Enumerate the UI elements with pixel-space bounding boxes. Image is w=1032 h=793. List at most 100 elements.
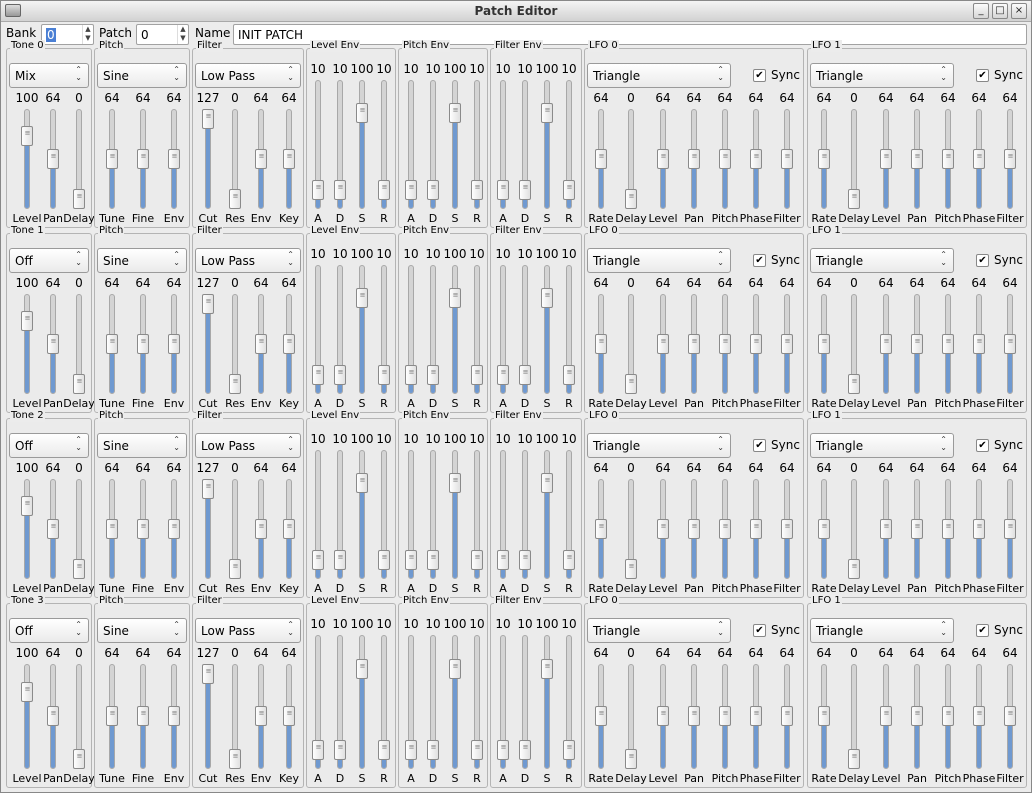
slider-handle[interactable]: ≡	[202, 479, 214, 499]
slider-track[interactable]	[359, 265, 365, 394]
slider-handle[interactable]: ≡	[255, 706, 267, 727]
slider-track[interactable]	[544, 450, 550, 579]
maximize-button[interactable]: □	[992, 3, 1008, 19]
slider-handle[interactable]: ≡	[47, 518, 59, 539]
type-select[interactable]: Low Pass ⌃ ⌄	[195, 248, 301, 273]
slider-track[interactable]	[452, 635, 458, 769]
slider-handle[interactable]: ≡	[911, 706, 923, 727]
slider-handle[interactable]: ≡	[255, 333, 267, 354]
wave-select[interactable]: Sine ⌃ ⌄	[97, 618, 187, 643]
slider-handle[interactable]: ≡	[21, 496, 33, 516]
slider-handle[interactable]: ≡	[595, 333, 607, 354]
slider-handle[interactable]: ≡	[1004, 518, 1016, 539]
slider-handle[interactable]: ≡	[202, 664, 214, 684]
slider-handle[interactable]: ≡	[519, 740, 531, 761]
slider-handle[interactable]: ≡	[880, 333, 892, 354]
slider-handle[interactable]: ≡	[405, 365, 417, 386]
slider-handle[interactable]: ≡	[312, 740, 324, 761]
slider-handle[interactable]: ≡	[657, 148, 669, 169]
slider-handle[interactable]: ≡	[848, 189, 860, 209]
slider-handle[interactable]: ≡	[750, 148, 762, 169]
slider-handle[interactable]: ≡	[818, 706, 830, 727]
spin-arrows-icon[interactable]: ▲ ▼	[82, 25, 93, 44]
lfo-wave-select[interactable]: Triangle ⌃ ⌄	[587, 63, 731, 88]
slider-handle[interactable]: ≡	[137, 148, 149, 169]
slider-handle[interactable]: ≡	[449, 659, 461, 680]
slider-handle[interactable]: ≡	[1004, 148, 1016, 169]
sync-checkbox[interactable]: ✔	[976, 69, 989, 82]
spin-arrows-icon[interactable]: ▲ ▼	[177, 25, 188, 44]
slider-handle[interactable]: ≡	[47, 706, 59, 727]
slider-track[interactable]	[359, 450, 365, 579]
slider-handle[interactable]: ≡	[427, 365, 439, 386]
slider-handle[interactable]: ≡	[541, 659, 553, 680]
slider-handle[interactable]: ≡	[688, 518, 700, 539]
slider-handle[interactable]: ≡	[202, 109, 214, 129]
slider-handle[interactable]: ≡	[73, 374, 85, 394]
slider-handle[interactable]: ≡	[471, 180, 483, 201]
slider-handle[interactable]: ≡	[942, 518, 954, 539]
slider-handle[interactable]: ≡	[106, 148, 118, 169]
slider-handle[interactable]: ≡	[356, 659, 368, 680]
slider-handle[interactable]: ≡	[519, 550, 531, 571]
slider-handle[interactable]: ≡	[541, 288, 553, 309]
slider-handle[interactable]: ≡	[449, 103, 461, 124]
lfo-wave-select[interactable]: Triangle ⌃ ⌄	[587, 618, 731, 643]
slider-handle[interactable]: ≡	[73, 189, 85, 209]
slider-handle[interactable]: ≡	[719, 518, 731, 539]
wave-select[interactable]: Sine ⌃ ⌄	[97, 248, 187, 273]
slider-handle[interactable]: ≡	[497, 740, 509, 761]
slider-handle[interactable]: ≡	[781, 148, 793, 169]
slider-handle[interactable]: ≡	[471, 550, 483, 571]
slider-handle[interactable]: ≡	[229, 374, 241, 394]
slider-handle[interactable]: ≡	[47, 148, 59, 169]
slider-handle[interactable]: ≡	[942, 148, 954, 169]
slider-handle[interactable]: ≡	[973, 148, 985, 169]
lfo-wave-select[interactable]: Triangle ⌃ ⌄	[810, 433, 954, 458]
slider-handle[interactable]: ≡	[657, 333, 669, 354]
slider-handle[interactable]: ≡	[911, 148, 923, 169]
slider-handle[interactable]: ≡	[334, 550, 346, 571]
slider-handle[interactable]: ≡	[21, 682, 33, 703]
slider-handle[interactable]: ≡	[356, 288, 368, 309]
slider-handle[interactable]: ≡	[229, 559, 241, 579]
mode-select[interactable]: Off ⌃ ⌄	[9, 618, 89, 643]
mode-select[interactable]: Mix ⌃ ⌄	[9, 63, 89, 88]
slider-handle[interactable]: ≡	[781, 706, 793, 727]
slider-handle[interactable]: ≡	[283, 148, 295, 169]
wave-select[interactable]: Sine ⌃ ⌄	[97, 63, 187, 88]
slider-handle[interactable]: ≡	[519, 180, 531, 201]
sync-checkbox[interactable]: ✔	[753, 624, 766, 637]
slider-handle[interactable]: ≡	[563, 180, 575, 201]
slider-handle[interactable]: ≡	[334, 365, 346, 386]
slider-handle[interactable]: ≡	[449, 473, 461, 494]
slider-handle[interactable]: ≡	[168, 333, 180, 354]
slider-handle[interactable]: ≡	[427, 550, 439, 571]
slider-handle[interactable]: ≡	[405, 740, 417, 761]
slider-handle[interactable]: ≡	[848, 374, 860, 394]
sync-checkbox[interactable]: ✔	[976, 254, 989, 267]
lfo-wave-select[interactable]: Triangle ⌃ ⌄	[587, 248, 731, 273]
slider-handle[interactable]: ≡	[750, 518, 762, 539]
slider-handle[interactable]: ≡	[378, 740, 390, 761]
slider-handle[interactable]: ≡	[356, 103, 368, 124]
slider-handle[interactable]: ≡	[106, 333, 118, 354]
slider-handle[interactable]: ≡	[168, 518, 180, 539]
slider-handle[interactable]: ≡	[168, 706, 180, 727]
slider-handle[interactable]: ≡	[255, 148, 267, 169]
slider-handle[interactable]: ≡	[595, 518, 607, 539]
mode-select[interactable]: Off ⌃ ⌄	[9, 248, 89, 273]
slider-handle[interactable]: ≡	[973, 518, 985, 539]
slider-handle[interactable]: ≡	[471, 740, 483, 761]
slider-handle[interactable]: ≡	[73, 559, 85, 579]
slider-handle[interactable]: ≡	[625, 189, 637, 209]
slider-handle[interactable]: ≡	[595, 148, 607, 169]
slider-handle[interactable]: ≡	[541, 473, 553, 494]
slider-handle[interactable]: ≡	[405, 550, 417, 571]
slider-handle[interactable]: ≡	[657, 518, 669, 539]
slider-handle[interactable]: ≡	[73, 749, 85, 769]
lfo-wave-select[interactable]: Triangle ⌃ ⌄	[810, 618, 954, 643]
slider-handle[interactable]: ≡	[471, 365, 483, 386]
mode-select[interactable]: Off ⌃ ⌄	[9, 433, 89, 458]
slider-handle[interactable]: ≡	[942, 333, 954, 354]
